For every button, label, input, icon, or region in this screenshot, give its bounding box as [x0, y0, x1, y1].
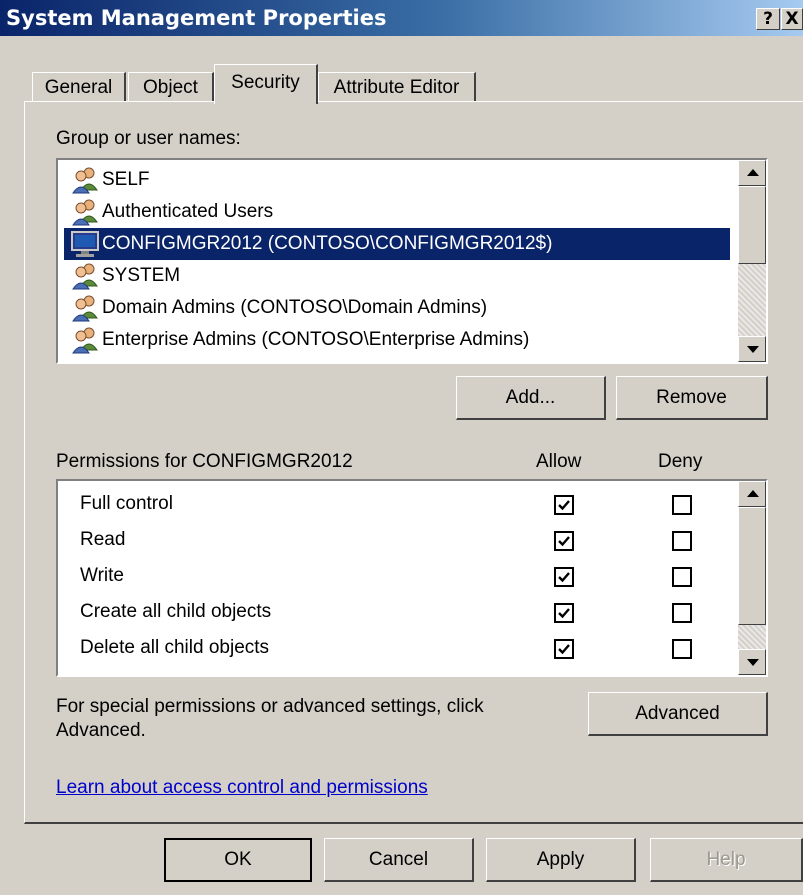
close-title-button[interactable]: X [781, 8, 803, 30]
list-item[interactable]: SYSTEM [66, 260, 180, 292]
scroll-thumb[interactable] [738, 186, 766, 264]
cancel-button[interactable]: Cancel [324, 838, 474, 882]
permission-name: Full control [80, 493, 173, 514]
principals-listbox[interactable]: SELF Authenticated Users CONFIGMGR2012 (… [56, 158, 768, 364]
permission-name: Create all child objects [80, 601, 272, 622]
users-icon [72, 167, 98, 194]
add-button[interactable]: Add... [456, 376, 606, 420]
tab-object[interactable]: Object [128, 72, 214, 102]
list-item[interactable]: SELF [66, 164, 150, 196]
remove-button[interactable]: Remove [616, 376, 768, 420]
allow-checkbox[interactable] [554, 531, 574, 551]
users-icon [72, 263, 98, 290]
allow-column-header: Allow [536, 451, 582, 472]
users-icon [72, 327, 98, 354]
advanced-note-line2: Advanced. [56, 720, 146, 741]
list-item[interactable]: Authenticated Users [66, 196, 273, 228]
checkmark-icon [558, 608, 570, 619]
users-icon [72, 295, 98, 322]
principal-name: CONFIGMGR2012 (CONTOSO\CONFIGMGR2012$) [102, 233, 553, 254]
allow-checkbox[interactable] [554, 603, 574, 623]
tab-attribute-editor[interactable]: Attribute Editor [318, 72, 476, 102]
apply-button[interactable]: Apply [486, 838, 636, 882]
list-item[interactable]: Enterprise Admins (CONTOSO\Enterprise Ad… [66, 324, 529, 356]
arrow-up-icon [747, 169, 759, 176]
permission-name: Read [80, 529, 126, 550]
checkmark-icon [558, 536, 570, 547]
tab-label: Security [231, 72, 300, 93]
users-icon [72, 199, 98, 226]
deny-checkbox[interactable] [672, 603, 692, 623]
tab-general[interactable]: General [32, 72, 126, 102]
learn-access-control-link[interactable]: Learn about access control and permissio… [56, 777, 428, 799]
scroll-up-button[interactable] [738, 160, 766, 186]
tab-label: General [44, 77, 113, 98]
scroll-thumb[interactable] [738, 507, 766, 625]
tab-label: Object [143, 77, 198, 98]
principals-scrollbar[interactable] [738, 160, 766, 362]
scroll-down-button[interactable] [738, 649, 766, 675]
scroll-down-button[interactable] [738, 336, 766, 362]
title-bar[interactable]: System Management Properties ? X [0, 0, 803, 36]
arrow-up-icon [747, 490, 759, 497]
checkmark-icon [558, 572, 570, 583]
group-or-user-names-label: Group or user names: [56, 128, 241, 149]
arrow-down-icon [747, 659, 759, 666]
arrow-down-icon [747, 346, 759, 353]
permission-name: Write [80, 565, 124, 586]
advanced-button[interactable]: Advanced [588, 692, 768, 736]
deny-checkbox[interactable] [672, 531, 692, 551]
principal-name: SELF [102, 169, 150, 190]
permissions-scrollbar[interactable] [738, 481, 766, 675]
tab-label: Attribute Editor [333, 77, 460, 98]
allow-checkbox[interactable] [554, 639, 574, 659]
allow-checkbox[interactable] [554, 567, 574, 587]
window-title: System Management Properties [6, 6, 387, 30]
advanced-note-line1: For special permissions or advanced sett… [56, 696, 484, 717]
computer-icon [71, 231, 99, 257]
principal-name: Authenticated Users [102, 201, 274, 222]
list-item[interactable]: Domain Admins (CONTOSO\Domain Admins) [66, 292, 487, 324]
list-item[interactable]: CONFIGMGR2012 (CONTOSO\CONFIGMGR2012$) [64, 228, 730, 260]
help-button[interactable]: Help [650, 838, 803, 882]
ok-button[interactable]: OK [164, 838, 312, 882]
deny-column-header: Deny [658, 451, 703, 472]
principal-name: Domain Admins (CONTOSO\Domain Admins) [102, 297, 488, 318]
allow-checkbox[interactable] [554, 495, 574, 515]
principal-name: Enterprise Admins (CONTOSO\Enterprise Ad… [102, 329, 530, 350]
checkmark-icon [558, 500, 570, 511]
checkmark-icon [558, 644, 570, 655]
permissions-for-label: Permissions for CONFIGMGR2012 [56, 451, 353, 472]
principal-name: SYSTEM [102, 265, 181, 286]
scroll-up-button[interactable] [738, 481, 766, 507]
deny-checkbox[interactable] [672, 567, 692, 587]
help-title-button[interactable]: ? [756, 8, 780, 30]
deny-checkbox[interactable] [672, 495, 692, 515]
deny-checkbox[interactable] [672, 639, 692, 659]
tab-security[interactable]: Security [214, 64, 318, 104]
permission-name: Delete all child objects [80, 637, 270, 658]
